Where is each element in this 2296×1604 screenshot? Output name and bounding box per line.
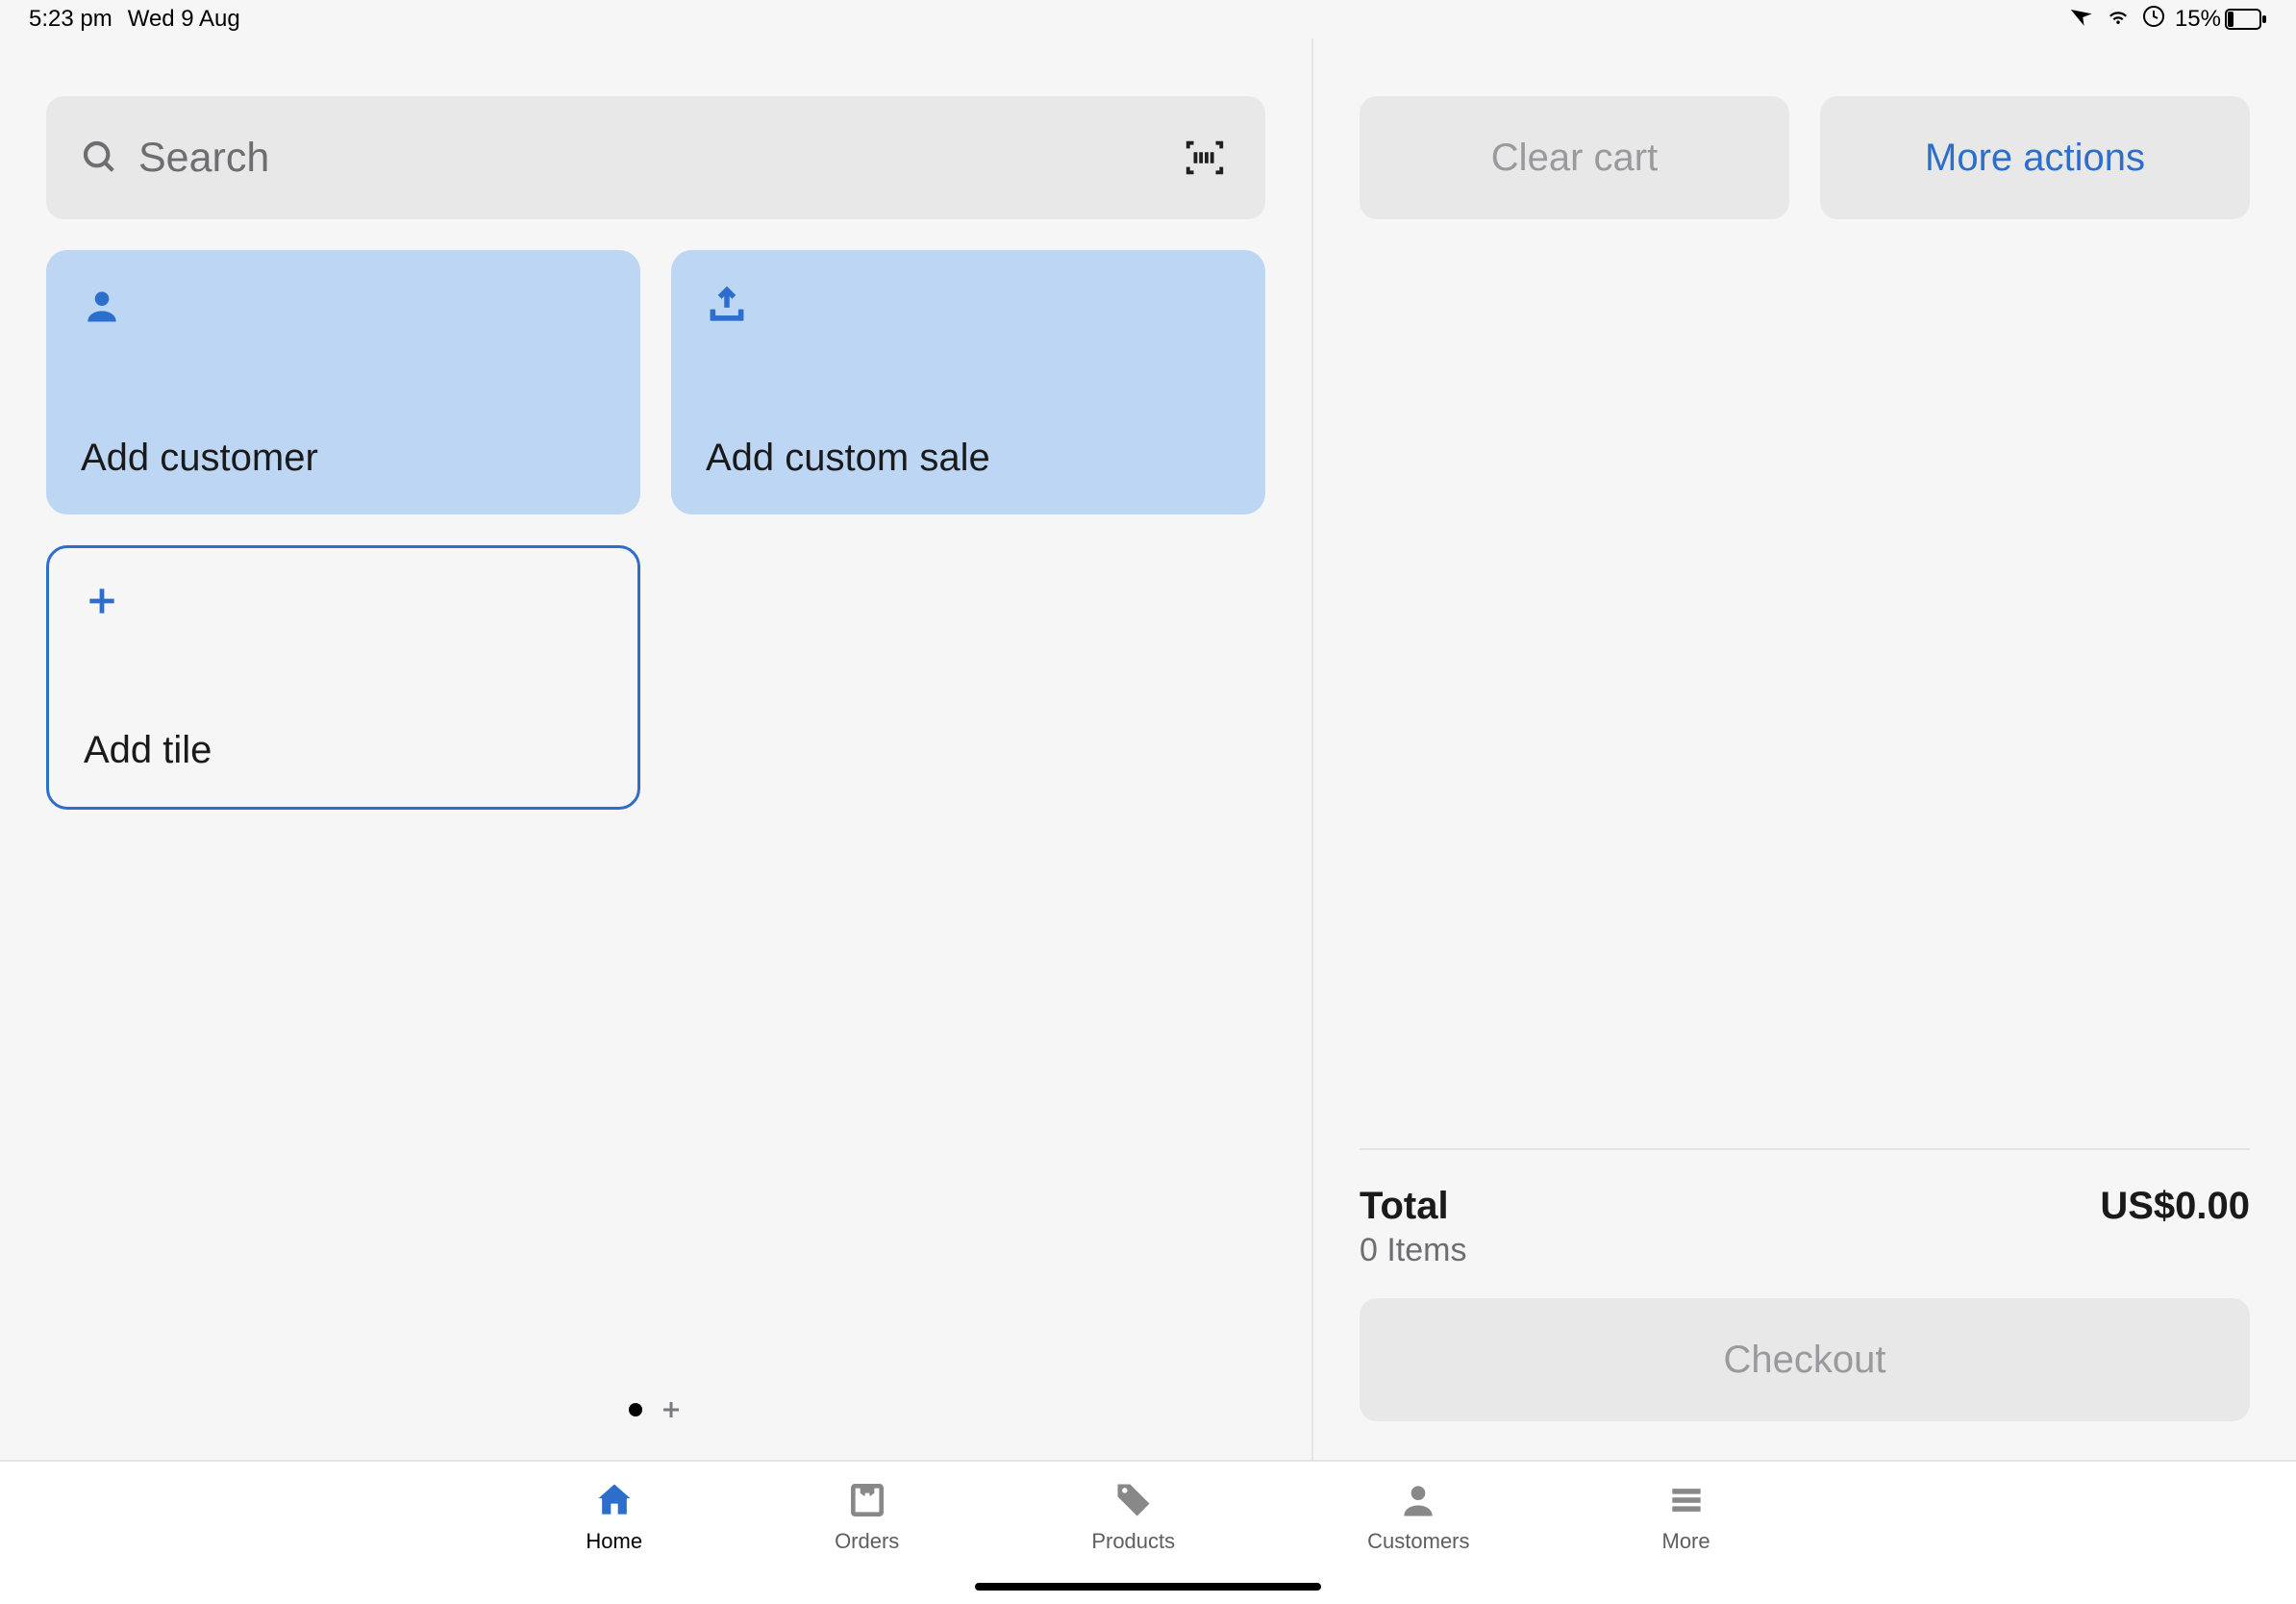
tab-orders-label: Orders (835, 1529, 899, 1554)
barcode-scan-icon[interactable] (1183, 136, 1227, 180)
clear-cart-label: Clear cart (1491, 137, 1658, 180)
tab-products[interactable]: Products (1091, 1479, 1175, 1554)
tab-orders[interactable]: Orders (835, 1479, 899, 1554)
add-tile-label: Add tile (84, 729, 603, 772)
right-panel: Clear cart More actions Total 0 Items US… (1311, 38, 2296, 1460)
home-indicator[interactable] (975, 1583, 1321, 1591)
items-count: 0 Items (1360, 1232, 1466, 1269)
clear-cart-button[interactable]: Clear cart (1360, 96, 1789, 219)
tab-bar: Home Orders Products Customers More (0, 1460, 2296, 1604)
page-dot-active[interactable] (629, 1403, 642, 1416)
more-actions-label: More actions (1925, 137, 2145, 180)
orders-icon (846, 1479, 888, 1521)
home-icon (593, 1479, 636, 1521)
tab-home[interactable]: Home (586, 1479, 642, 1554)
location-icon (2071, 5, 2094, 35)
upload-icon (706, 285, 1231, 327)
more-actions-button[interactable]: More actions (1820, 96, 2250, 219)
status-time: 5:23 pm (29, 6, 112, 33)
add-custom-sale-tile[interactable]: Add custom sale (671, 250, 1265, 514)
tab-more-label: More (1662, 1529, 1710, 1554)
person-icon (81, 285, 606, 327)
menu-icon (1665, 1479, 1708, 1521)
tab-customers[interactable]: Customers (1367, 1479, 1469, 1554)
products-icon (1112, 1479, 1155, 1521)
tab-customers-label: Customers (1367, 1529, 1469, 1554)
left-panel: Search Add customer Add custom sale (0, 38, 1311, 1460)
tab-home-label: Home (586, 1529, 642, 1554)
checkout-label: Checkout (1724, 1339, 1886, 1382)
search-input[interactable]: Search (138, 135, 1183, 182)
cart-items-area (1360, 258, 2250, 1148)
page-indicator (629, 1398, 683, 1421)
add-tile-button[interactable]: Add tile (46, 545, 640, 810)
status-bar: 5:23 pm Wed 9 Aug 15% (0, 0, 2296, 38)
total-amount: US$0.00 (2100, 1185, 2250, 1228)
wifi-icon (2104, 5, 2133, 35)
add-page-button[interactable] (660, 1398, 683, 1421)
search-icon (81, 138, 119, 177)
customers-icon (1397, 1479, 1439, 1521)
tab-products-label: Products (1091, 1529, 1175, 1554)
total-label: Total (1360, 1185, 1466, 1228)
add-custom-sale-label: Add custom sale (706, 437, 1231, 480)
search-bar[interactable]: Search (46, 96, 1265, 219)
checkout-button[interactable]: Checkout (1360, 1298, 2250, 1421)
do-not-disturb-icon (2142, 5, 2165, 35)
status-date: Wed 9 Aug (128, 6, 240, 33)
battery-icon: 15% (2175, 6, 2267, 33)
plus-icon (84, 583, 603, 619)
cart-summary: Total 0 Items US$0.00 Checkout (1360, 1148, 2250, 1421)
add-customer-tile[interactable]: Add customer (46, 250, 640, 514)
tab-more[interactable]: More (1662, 1479, 1710, 1554)
add-customer-label: Add customer (81, 437, 606, 480)
